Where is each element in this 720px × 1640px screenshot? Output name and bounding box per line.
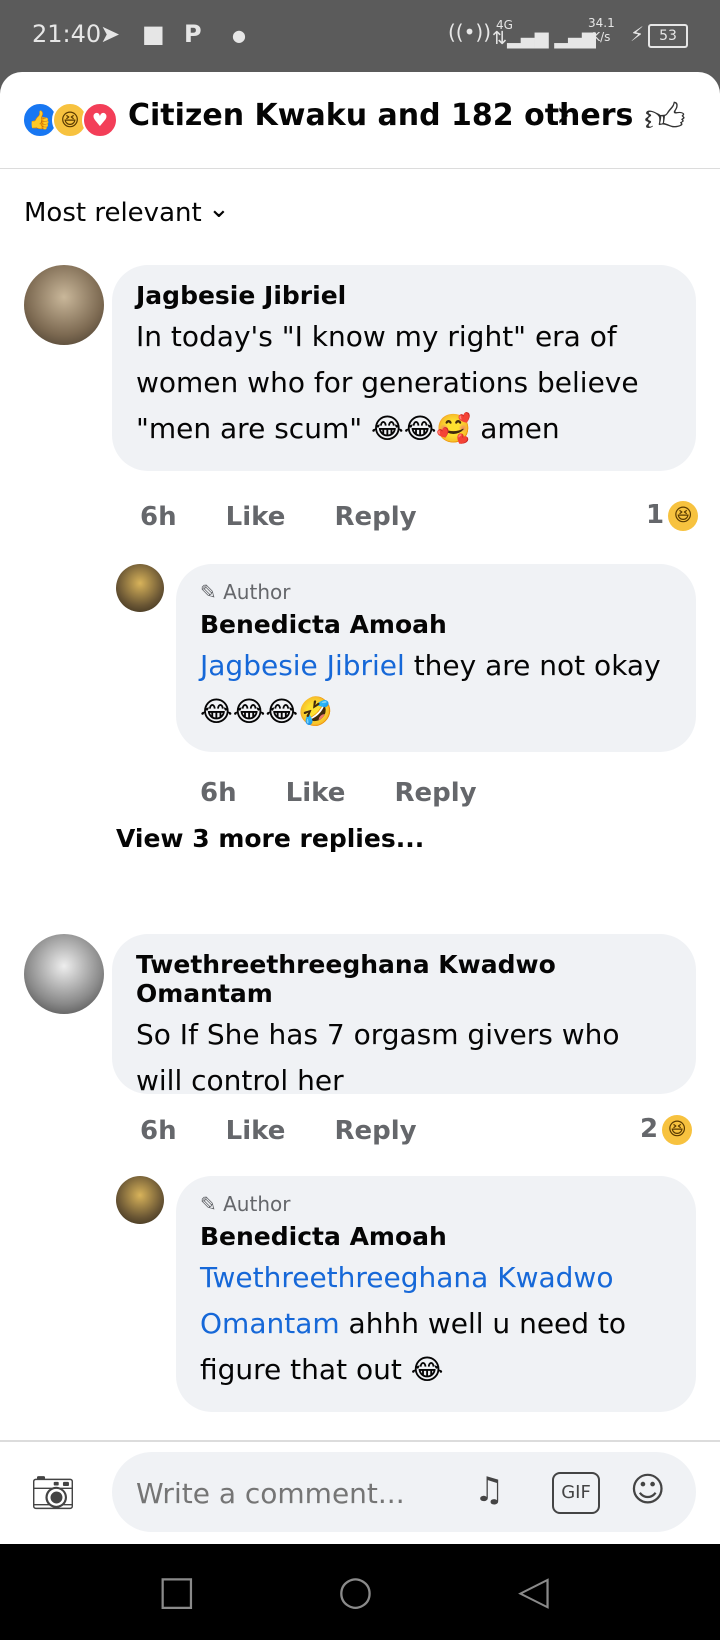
clock: 21:40 (32, 20, 102, 48)
comment-input-box[interactable]: ♫ GIF ☺ (112, 1452, 696, 1532)
status-bar: 21:40 ➤ ■ P ● ((•)) 4G ⇅▂▄▆ ▂▄▆ 34.1 K/s … (0, 0, 720, 72)
reaction-icons: 👍 😆 ♥ (22, 102, 122, 138)
app-notification-icon: ■ (142, 20, 165, 48)
view-more-replies[interactable]: View 3 more replies... (116, 824, 424, 853)
reply-button[interactable]: Reply (334, 1116, 416, 1146)
comment-composer: 📷︎ ♫ GIF ☺ (0, 1440, 720, 1544)
messenger-notification-icon: ➤ (100, 20, 121, 48)
music-icon[interactable]: ♫ (474, 1470, 504, 1510)
commenter-name[interactable]: Twethreethreeghana Kwadwo Omantam (136, 950, 672, 1008)
reply-bubble[interactable]: ✎ Author Benedicta Amoah Twethreethreegh… (176, 1176, 696, 1412)
reaction-count[interactable]: 1 😆 (646, 500, 699, 531)
comment-time: 6h (200, 778, 237, 808)
recent-apps-button[interactable]: □ (158, 1568, 196, 1614)
reaction-count[interactable]: 2 😆 (640, 1114, 693, 1145)
author-badge: ✎ Author (200, 580, 291, 604)
love-reaction-icon: ♥ (82, 102, 118, 138)
author-badge: ✎ Author (200, 1192, 291, 1216)
hotspot-icon: ((•)) (448, 20, 492, 44)
chevron-down-icon[interactable]: ⌄ (208, 194, 230, 224)
reply-text: Jagbesie Jibriel they are not okay 😂😂😂🤣 (200, 649, 661, 728)
comment-bubble[interactable]: Twethreethreeghana Kwadwo Omantam So If … (112, 934, 696, 1097)
like-button[interactable]: Like (226, 502, 286, 532)
avatar[interactable] (116, 564, 164, 612)
sort-dropdown[interactable]: Most relevant (24, 198, 202, 228)
comment-time: 6h (140, 1116, 177, 1146)
mention-link[interactable]: Jagbesie Jibriel (200, 649, 405, 682)
battery-icon: 53 (648, 24, 688, 48)
reply-actions: 6h Like Reply (200, 778, 517, 808)
chevron-right-icon[interactable]: › (556, 94, 570, 135)
signal-icon: ⇅▂▄▆ ▂▄▆ (492, 28, 596, 49)
avatar[interactable] (24, 934, 104, 1014)
like-button[interactable]: Like (286, 778, 346, 808)
camera-icon[interactable]: 📷︎ (30, 1474, 78, 1514)
reply-bubble[interactable]: ✎ Author Benedicta Amoah Jagbesie Jibrie… (176, 564, 696, 752)
like-button[interactable]: Like (226, 1116, 286, 1146)
commenter-name[interactable]: Benedicta Amoah (200, 1222, 672, 1251)
commenter-name[interactable]: Benedicta Amoah (200, 610, 672, 639)
p-notification-icon: P (184, 20, 202, 48)
comments-sheet: 👍 😆 ♥ Citizen Kwaku and 182 others › 👍︎ … (0, 72, 720, 1544)
comment-bubble[interactable]: Jagbesie Jibriel In today's "I know my r… (112, 265, 696, 471)
charging-icon: ⚡ (630, 22, 645, 46)
comment-actions: 6h Like Reply (140, 502, 457, 532)
comment-text: In today's "I know my right" era of wome… (136, 320, 639, 445)
comment-input[interactable] (134, 1468, 438, 1518)
comment-time: 6h (140, 502, 177, 532)
net-speed: 34.1 K/s (588, 16, 615, 44)
back-button[interactable]: ◁ (518, 1568, 549, 1614)
gif-button[interactable]: GIF (552, 1472, 600, 1514)
reply-button[interactable]: Reply (334, 502, 416, 532)
avatar[interactable] (116, 1176, 164, 1224)
reply-text: Twethreethreeghana Kwadwo Omantam ahhh w… (200, 1261, 627, 1386)
emoji-icon[interactable]: ☺ (630, 1470, 665, 1510)
like-post-button[interactable]: 👍︎ (644, 94, 692, 142)
haha-reaction-icon: 😆 (662, 1114, 693, 1145)
more-notifications-icon: ● (232, 26, 246, 45)
comment-text: So If She has 7 orgasm givers who will c… (136, 1018, 620, 1097)
reactions-header[interactable]: 👍 😆 ♥ Citizen Kwaku and 182 others › 👍︎ (0, 72, 720, 169)
reply-button[interactable]: Reply (394, 778, 476, 808)
comment-actions: 6h Like Reply (140, 1116, 457, 1146)
haha-reaction-icon: 😆 (668, 500, 699, 531)
home-button[interactable]: ○ (338, 1568, 373, 1614)
commenter-name[interactable]: Jagbesie Jibriel (136, 281, 672, 310)
navigation-bar: □ ○ ◁ (0, 1544, 720, 1640)
avatar[interactable] (24, 265, 104, 345)
